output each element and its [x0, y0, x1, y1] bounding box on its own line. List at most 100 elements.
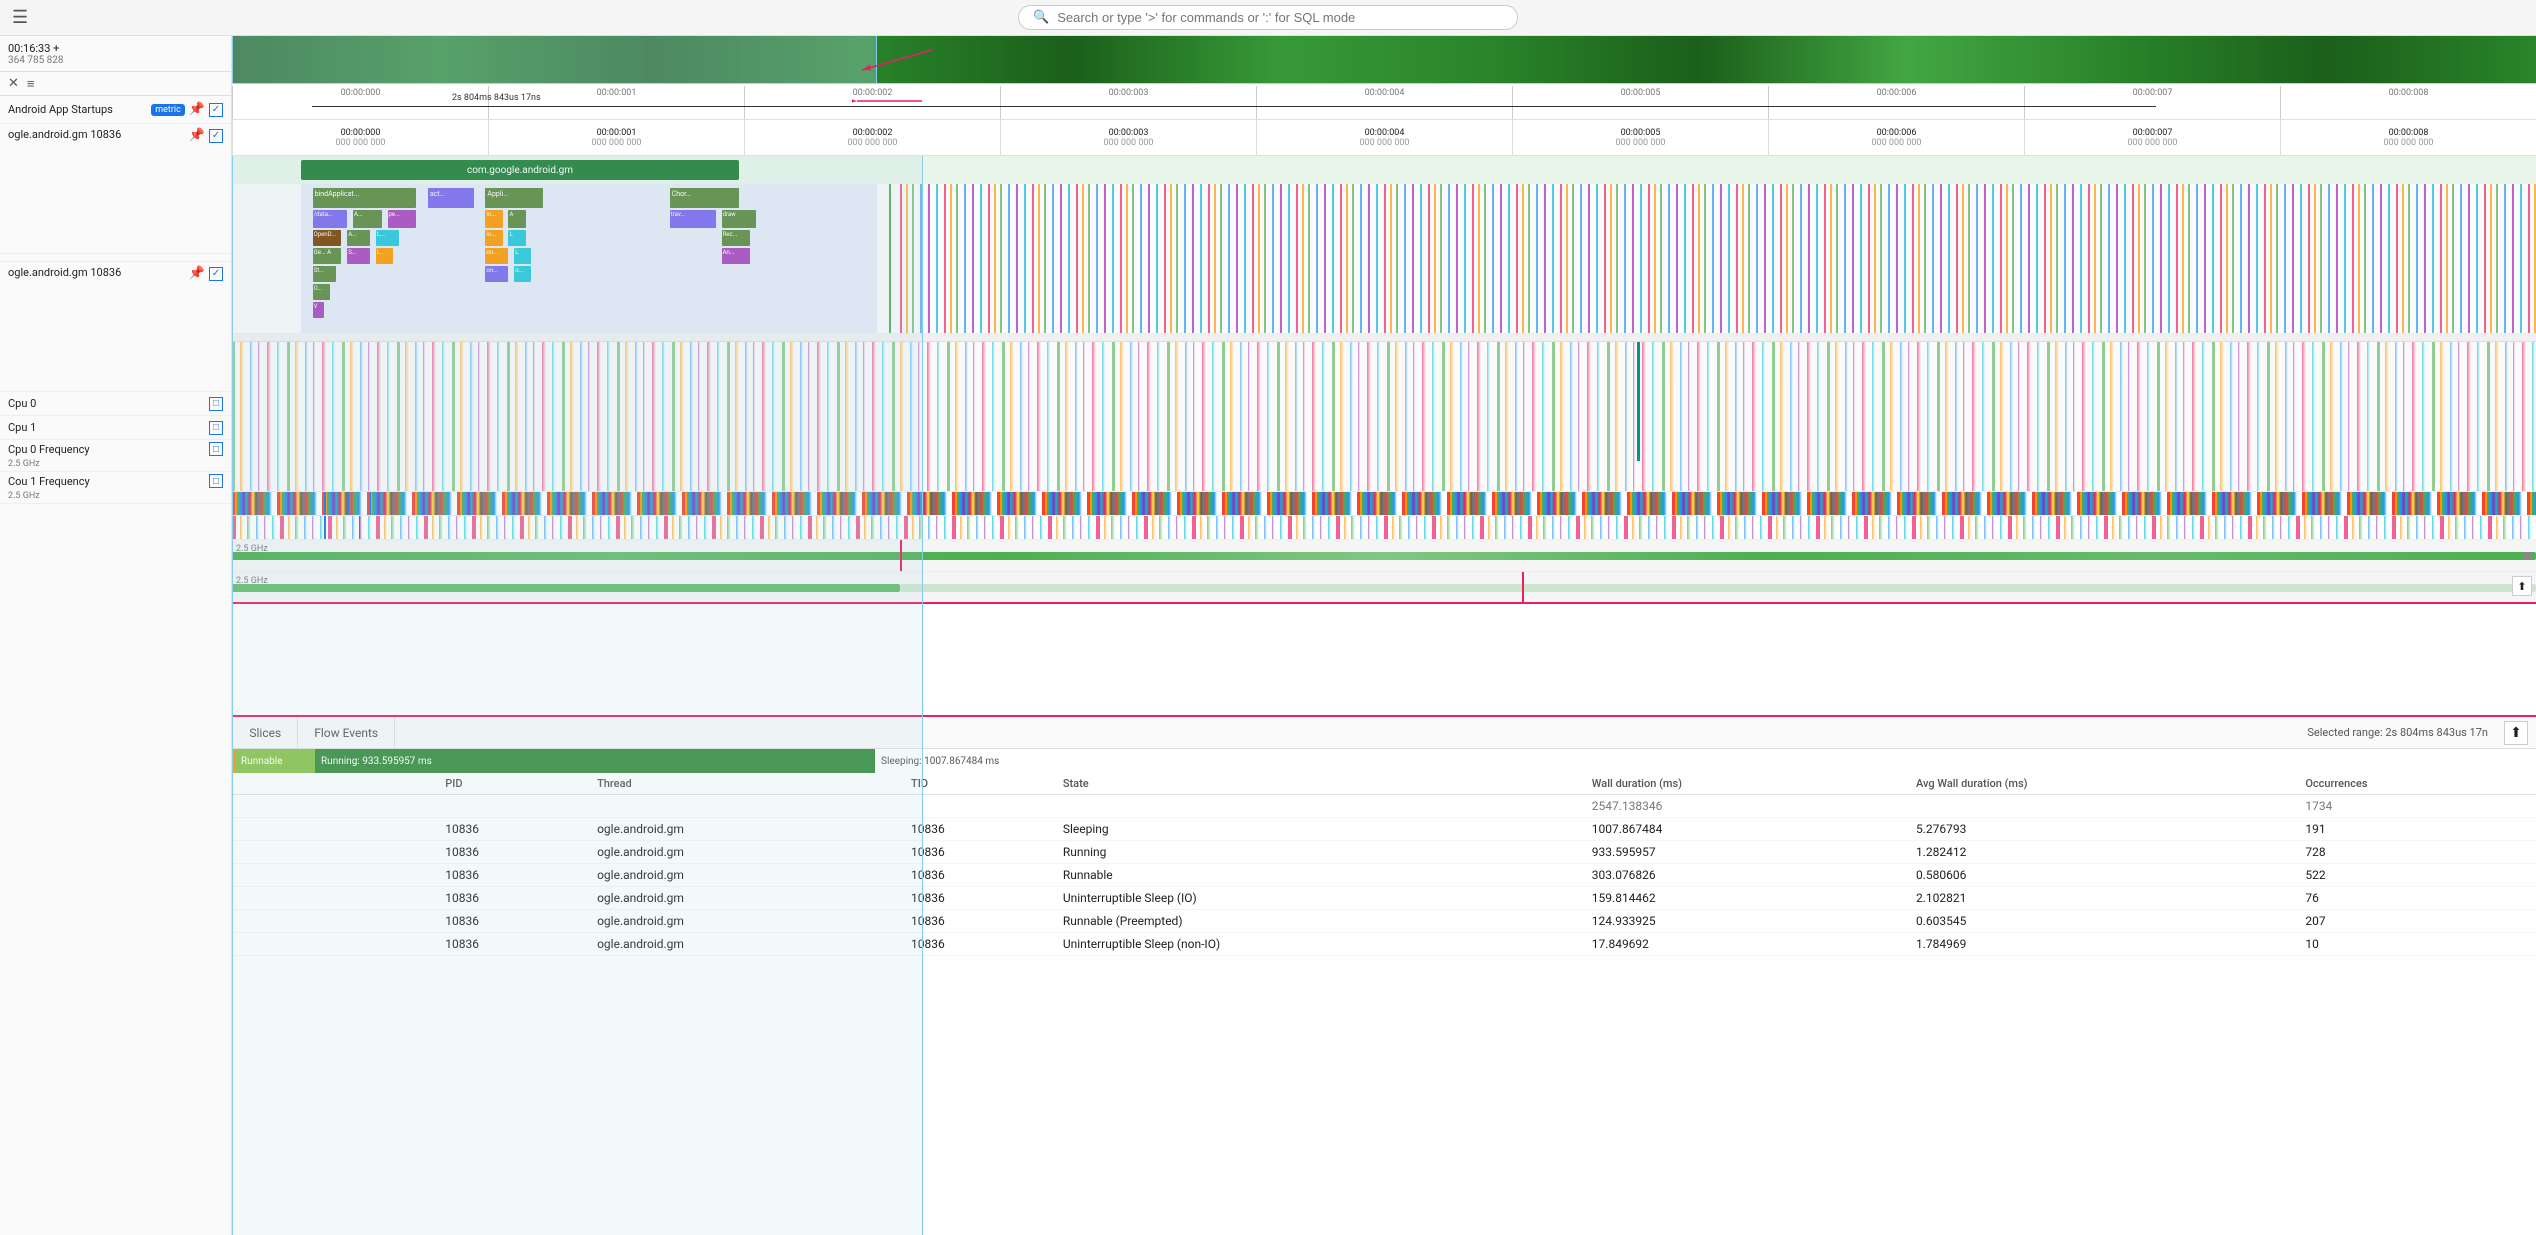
menu-small-icon[interactable]: ≡	[27, 76, 35, 92]
range-bar	[312, 106, 2156, 107]
range-label: 2s 804ms 843us 17ns	[452, 93, 541, 103]
table-row-3[interactable]: com.google.android.gm10836ogle.android.g…	[232, 887, 2536, 910]
check-icon-cpu1freq[interactable]: □	[209, 474, 223, 488]
metric-badge: metric	[151, 104, 185, 116]
ruler2-tick-4: 00:00:004000 000 000	[1256, 120, 1512, 155]
check-icon-3[interactable]: ✓	[209, 267, 223, 281]
check-icon-cpu1[interactable]: □	[209, 421, 223, 435]
search-icon: 🔍	[1033, 10, 1049, 25]
left-panel: 00:16:33 + 364 785 828 ✕ ≡ Android App S…	[0, 36, 232, 1235]
time-ruler-1: 2s 804ms 843us 17ns 00:00:000 00:00:001 …	[232, 84, 2536, 120]
ruler2-tick-7: 00:00:007000 000 000	[2024, 120, 2280, 155]
check-icon-2[interactable]: ✓	[209, 129, 223, 143]
menu-icon[interactable]: ☰	[12, 7, 28, 28]
check-icon-cpu0[interactable]: □	[209, 397, 223, 411]
table-row-5[interactable]: com.google.android.gm10836ogle.android.g…	[232, 933, 2536, 956]
table-row-2[interactable]: com.google.android.gm10836ogle.android.g…	[232, 864, 2536, 887]
col-occurrences: Occurrences	[2297, 773, 2536, 795]
state-bar-runnable-green: Runnable	[235, 749, 315, 773]
ruler1-tick-4: 00:00:004	[1256, 86, 1512, 119]
table-header: Process PID Thread TID State Wall durati…	[232, 773, 2536, 795]
col-wall-duration: Wall duration (ms)	[1584, 773, 1908, 795]
selected-range-text: Selected range: 2s 804ms 843us 17n	[2307, 726, 2504, 739]
pin-icon-1[interactable]: 📌	[189, 102, 205, 117]
cpu-freq-track-0[interactable]: 2.5 GHz	[232, 540, 2536, 572]
search-input[interactable]	[1057, 10, 1503, 25]
ruler1-tick-5: 00:00:005	[1512, 86, 1768, 119]
track-icons-android-startups: metric 📌 ✓	[151, 102, 223, 117]
state-bar-sleeping: Sleeping: 1007.867484 ms	[875, 749, 1005, 773]
col-thread: Thread	[589, 773, 903, 795]
ruler1-tick-8: 00:00:008	[2280, 86, 2536, 119]
track-spacer-row	[232, 334, 2536, 342]
table-row-1[interactable]: com.google.android.gm10836ogle.android.g…	[232, 841, 2536, 864]
table-row-total: 2547.138346 1734	[232, 795, 2536, 818]
overview-selection[interactable]	[232, 36, 877, 83]
ruler2-tick-0: 00:00:000000 000 000	[232, 120, 488, 155]
bottom-panel: Current Selection Thread States Slices F…	[232, 715, 2536, 1235]
collapse-btn[interactable]: ⬆	[2512, 576, 2532, 596]
table-row-0[interactable]: com.google.android.gm10836ogle.android.g…	[232, 818, 2536, 841]
time-line2: 364 785 828	[8, 55, 223, 66]
main-area: 00:16:33 + 364 785 828 ✕ ≡ Android App S…	[0, 36, 2536, 1235]
table-row-4[interactable]: com.google.android.gm10836ogle.android.g…	[232, 910, 2536, 933]
cpu-track-1[interactable]	[232, 516, 2536, 540]
thread-states-table: Process PID Thread TID State Wall durati…	[232, 773, 2536, 956]
marker-teal	[1637, 342, 1640, 461]
ruler1-tick-7: 00:00:007	[2024, 86, 2280, 119]
table-body: 2547.138346 1734 com.google.android.gm10…	[232, 795, 2536, 956]
track-label-cpu0: Cpu 0 □	[0, 392, 231, 416]
pin-icon-3[interactable]: 📌	[189, 266, 205, 281]
search-box[interactable]: 🔍	[1018, 5, 1518, 30]
track-icons-ogle-1: 📌 ✓	[189, 128, 223, 143]
thread-track-2[interactable]	[232, 342, 2536, 492]
thread-track-1[interactable]: bindApplicat... act... Appli... Chor... …	[232, 184, 2536, 334]
track-label-cpu0freq: Cpu 0 Frequency □ 2.5 GHz	[0, 440, 231, 472]
track-label-ogle-2: ogle.android.gm 10836 📌 ✓	[0, 262, 231, 392]
timeline-area: 2s 804ms 843us 17ns 00:00:000 00:00:001 …	[232, 36, 2536, 1235]
ruler1-tick-6: 00:00:006	[1768, 86, 2024, 119]
ruler2-tick-3: 00:00:003000 000 000	[1000, 120, 1256, 155]
ruler1-tick-2: 00:00:002	[744, 86, 1000, 119]
close-icon[interactable]: ✕	[8, 76, 19, 91]
tab-slices[interactable]: Slices	[233, 717, 298, 749]
pin-icon-2[interactable]: 📌	[189, 128, 205, 143]
cpu-freq-track-1[interactable]: 2.5 GHz ⬆	[232, 572, 2536, 604]
track-name-cpu1: Cpu 1	[8, 421, 36, 434]
pink-marker-0	[900, 540, 902, 571]
track-name-cpu0freq: Cpu 0 Frequency	[8, 443, 90, 456]
track-name-ogle-2: ogle.android.gm 10836	[8, 266, 121, 279]
col-tid: TID	[903, 773, 1055, 795]
ruler1-tick-0: 00:00:000	[232, 86, 488, 119]
state-bars-row: U Uninterruptible Runnable: 303.076826 m…	[232, 749, 2536, 773]
ruler1-tick-3: 00:00:003	[1000, 86, 1256, 119]
data-table-container: Process PID Thread TID State Wall durati…	[232, 773, 2536, 1235]
left-controls: ✕ ≡	[0, 72, 231, 96]
check-icon-cpu0freq[interactable]: □	[209, 442, 223, 456]
cpu-track-0[interactable]	[232, 492, 2536, 516]
bottom-tabs: Current Selection Thread States Slices F…	[232, 717, 2536, 749]
track-spacer	[0, 254, 231, 262]
freq-label-0: 2.5 GHz	[8, 459, 40, 469]
track-name-cpu1freq: Cou 1 Frequency	[8, 475, 90, 488]
expand-btn[interactable]: ⬆	[2504, 721, 2528, 745]
overview-bar[interactable]	[232, 36, 2536, 84]
col-state: State	[1055, 773, 1584, 795]
time-info: 00:16:33 + 364 785 828	[0, 36, 231, 72]
track-name-android-startups: Android App Startups	[8, 103, 113, 116]
track-name-cpu0: Cpu 0	[8, 397, 36, 410]
freq-label-1: 2.5 GHz	[8, 491, 40, 501]
topbar: ☰ 🔍	[0, 0, 2536, 36]
freq-end-marker-0	[2524, 552, 2532, 560]
track-label-cpu1freq: Cou 1 Frequency □ 2.5 GHz	[0, 472, 231, 504]
track-label-ogle-1: ogle.android.gm 10836 📌 ✓	[0, 124, 231, 254]
track-icons-ogle-2: 📌 ✓	[189, 266, 223, 281]
state-bar-running: Running: 933.595957 ms	[315, 749, 875, 773]
marker-line-1	[889, 184, 891, 333]
tab-flow-events[interactable]: Flow Events	[298, 717, 395, 749]
check-icon-1[interactable]: ✓	[209, 103, 223, 117]
ruler2-tick-2: 00:00:002000 000 000	[744, 120, 1000, 155]
ruler2-tick-6: 00:00:006000 000 000	[1768, 120, 2024, 155]
process-bar: com.google.android.gm	[301, 160, 739, 180]
process-track[interactable]: com.google.android.gm	[232, 156, 2536, 184]
